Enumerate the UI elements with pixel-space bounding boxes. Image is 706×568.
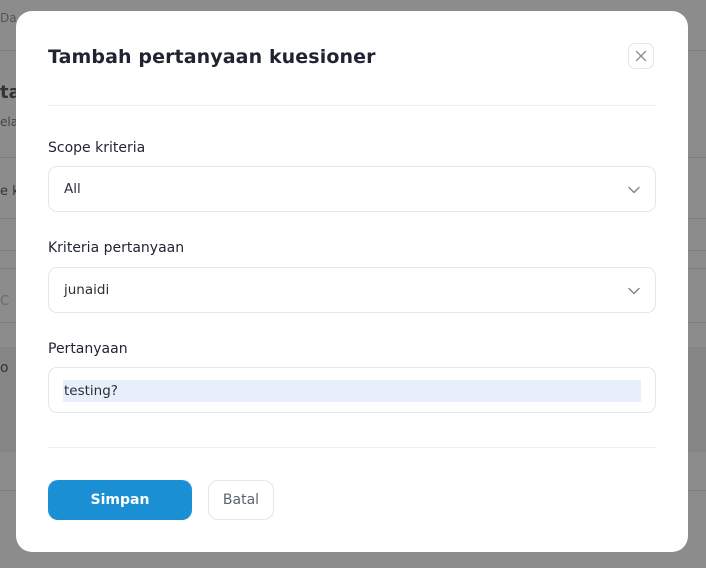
close-icon [635, 50, 647, 62]
chevron-down-icon [628, 186, 640, 194]
scope-select[interactable]: All [48, 166, 656, 212]
bg-fragment-subtitle: ela [0, 115, 16, 129]
footer-divider [48, 447, 656, 448]
modal-title: Tambah pertanyaan kuesioner [48, 46, 376, 68]
close-button[interactable] [628, 43, 654, 69]
chevron-down-icon [628, 287, 640, 295]
bg-fragment-search: C [0, 294, 10, 309]
header-divider [48, 105, 656, 106]
bg-fragment-dashboard: Das [0, 11, 16, 25]
kriteria-select[interactable]: junaidi [48, 267, 656, 313]
scope-label: Scope kriteria [48, 140, 146, 156]
add-question-modal: Tambah pertanyaan kuesioner Scope kriter… [16, 11, 688, 552]
bg-fragment-label: e k [0, 184, 16, 199]
bg-fragment-row: o [0, 360, 9, 376]
bg-fragment-title: ta [0, 82, 16, 103]
cancel-button[interactable]: Batal [208, 480, 274, 520]
scope-selected-value: All [64, 181, 81, 197]
kriteria-label: Kriteria pertanyaan [48, 240, 185, 256]
kriteria-selected-value: junaidi [64, 282, 110, 298]
pertanyaan-field[interactable] [48, 367, 656, 413]
pertanyaan-input[interactable] [63, 380, 641, 402]
save-button[interactable]: Simpan [48, 480, 192, 520]
pertanyaan-label: Pertanyaan [48, 341, 128, 357]
